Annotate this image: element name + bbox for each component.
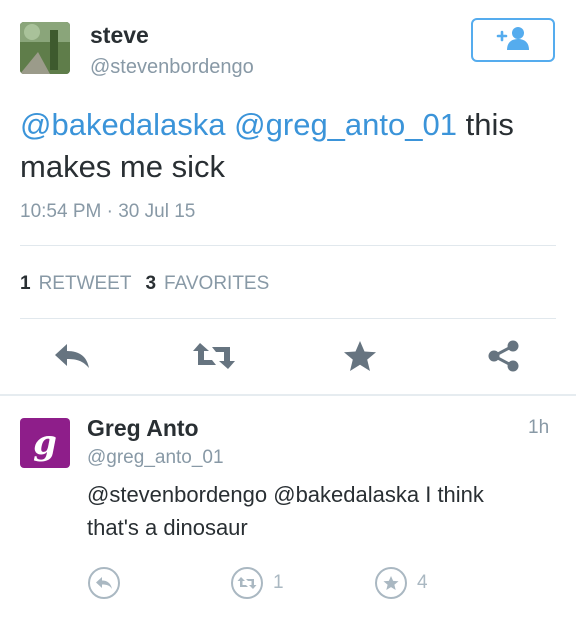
reply-icon	[88, 567, 120, 599]
favorite-star-icon	[343, 340, 377, 377]
favorite-button[interactable]	[338, 336, 382, 380]
author-name[interactable]: steve	[90, 22, 149, 49]
tweet-text-part: makes me sick	[20, 149, 225, 184]
retweet-icon	[192, 341, 236, 376]
reply-button[interactable]	[50, 336, 94, 380]
reply-retweet-count: 1	[273, 572, 284, 593]
favorites-label: FAVORITES	[164, 273, 270, 294]
reply-author-handle[interactable]: @greg_anto_01	[87, 447, 224, 469]
reply-favorite-button[interactable]: 4	[375, 567, 428, 599]
follow-button[interactable]	[471, 18, 555, 62]
mention-link[interactable]: @bakedalaska	[20, 107, 226, 142]
avatar-glyph: g	[33, 423, 57, 463]
avatar-greg-anto[interactable]: g	[20, 418, 70, 468]
share-button[interactable]	[482, 336, 526, 380]
mention-link[interactable]: @greg_anto_01	[234, 107, 457, 142]
tweet-text-part: this	[456, 107, 514, 142]
share-icon	[487, 339, 521, 378]
add-user-icon	[495, 25, 531, 56]
author-handle[interactable]: @stevenbordengo	[90, 56, 254, 79]
reply-icon	[53, 342, 91, 375]
reply-author-name[interactable]: Greg Anto	[87, 415, 199, 442]
reply-text-line: @stevenbordengo @bakedalaska I think	[87, 482, 484, 507]
favorites-stat[interactable]: 3 FAVORITES	[145, 273, 269, 295]
reply-retweet-button[interactable]: 1	[231, 567, 284, 599]
reply-reply-button[interactable]	[88, 567, 120, 599]
reply-favorite-count: 4	[417, 572, 428, 593]
divider	[20, 318, 556, 319]
section-separator	[0, 394, 576, 396]
reply-text-line: that's a dinosaur	[87, 515, 248, 540]
reply-text: @stevenbordengo @bakedalaska I think tha…	[87, 478, 557, 544]
favorites-count: 3	[145, 273, 157, 294]
tweet-stats: 1 RETWEET 3 FAVORITES	[20, 273, 269, 295]
tweet-text: @bakedalaska @greg_anto_01 this makes me…	[20, 104, 560, 188]
retweet-stat[interactable]: 1 RETWEET	[20, 273, 131, 295]
retweet-icon	[231, 567, 263, 599]
reply-time: 1h	[528, 417, 550, 438]
retweet-button[interactable]	[192, 336, 236, 380]
tweet-timestamp: 10:54 PM · 30 Jul 15	[20, 201, 196, 222]
retweet-label: RETWEET	[38, 273, 132, 294]
favorite-star-icon	[375, 567, 407, 599]
divider	[20, 245, 556, 246]
retweet-count: 1	[20, 273, 31, 294]
avatar-steve[interactable]	[20, 22, 70, 74]
